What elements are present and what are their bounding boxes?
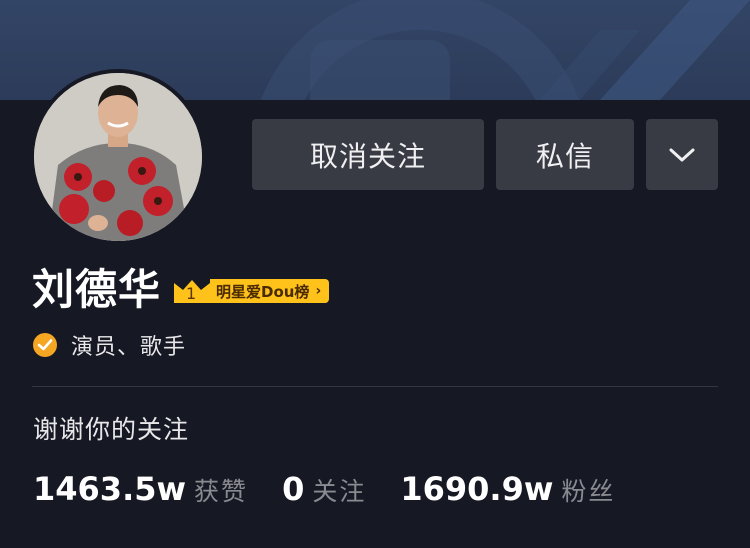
stat-following[interactable]: 0 关注 <box>282 470 366 508</box>
rank-label: 明星爱Dou榜 <box>216 282 310 301</box>
followers-label: 粉丝 <box>561 477 616 506</box>
more-button[interactable] <box>646 119 718 190</box>
divider <box>32 386 718 387</box>
likes-label: 获赞 <box>194 477 249 506</box>
following-label: 关注 <box>312 477 367 506</box>
profile-page: 取消关注 私信 刘德华 1 明星爱Dou榜 › 演员、歌手 谢谢你的关注 146… <box>0 0 750 548</box>
rank-badge[interactable]: 1 明星爱Dou榜 › <box>174 279 330 303</box>
stats-row: 1463.5w 获赞 0 关注 1690.9w 粉丝 <box>33 470 649 514</box>
avatar[interactable] <box>30 69 206 245</box>
verification-text: 演员、歌手 <box>71 335 187 360</box>
unfollow-label: 取消关注 <box>309 139 426 173</box>
verification-row: 演员、歌手 <box>33 331 187 360</box>
avatar-photo <box>34 73 202 241</box>
followers-count: 1690.9w <box>400 470 554 508</box>
stat-followers[interactable]: 1690.9w 粉丝 <box>400 470 615 508</box>
following-count: 0 <box>282 470 305 508</box>
chevron-right-icon: › <box>315 283 322 299</box>
bio-text: 谢谢你的关注 <box>33 415 190 444</box>
rank-number: 1 <box>186 284 197 303</box>
crown-icon: 1 <box>174 279 210 303</box>
verified-check-icon <box>33 333 57 357</box>
chevron-down-icon <box>669 148 695 161</box>
unfollow-button[interactable]: 取消关注 <box>252 119 484 190</box>
message-button[interactable]: 私信 <box>496 119 634 190</box>
likes-count: 1463.5w <box>33 470 187 508</box>
stat-likes: 1463.5w 获赞 <box>33 470 248 508</box>
message-label: 私信 <box>535 139 594 173</box>
profile-name: 刘德华 <box>32 265 162 314</box>
